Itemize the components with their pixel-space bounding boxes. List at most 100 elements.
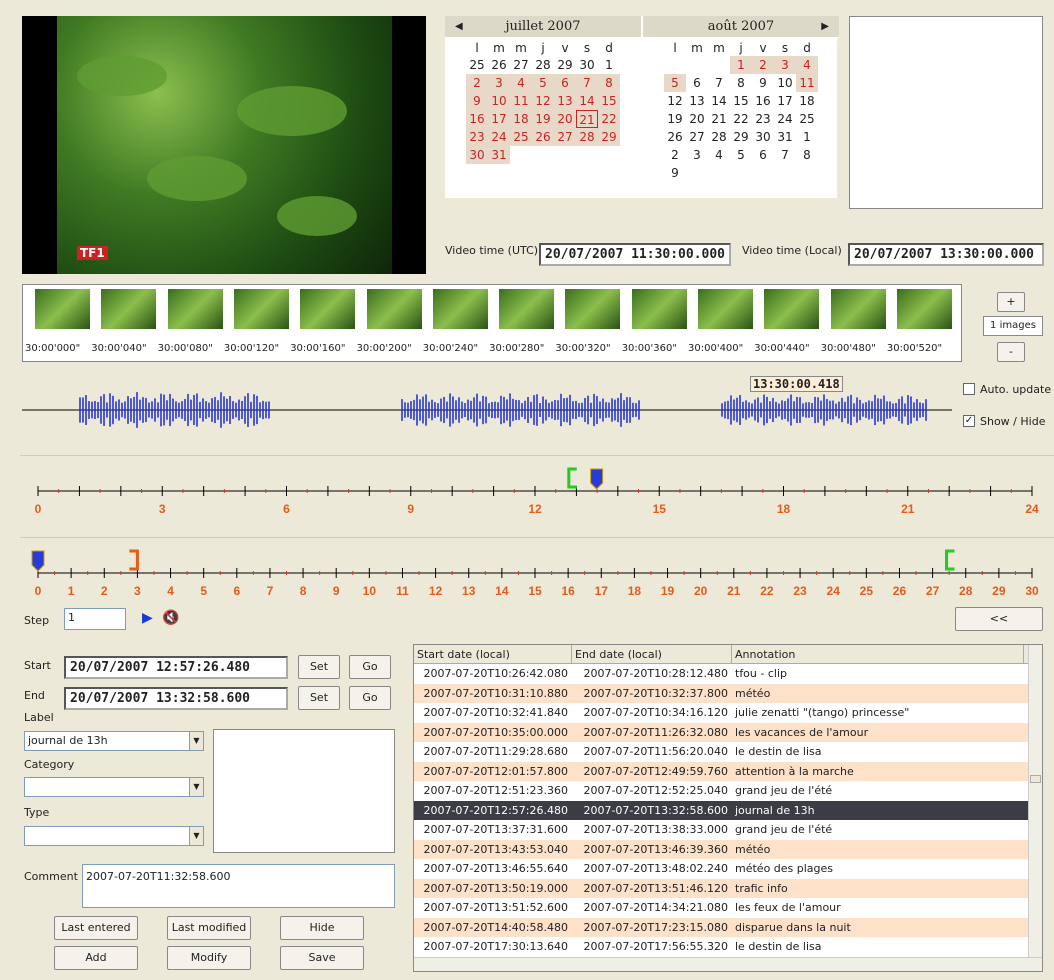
calendar-day[interactable]: 17 bbox=[774, 92, 796, 110]
thumbnail[interactable] bbox=[565, 289, 621, 329]
calendar-day[interactable]: 30 bbox=[466, 146, 488, 164]
table-row[interactable]: 2007-07-20T10:35:00.000 2007-07-20T11:26:… bbox=[414, 722, 1042, 742]
chevron-down-icon[interactable]: ▼ bbox=[189, 827, 203, 845]
label-select[interactable]: journal de 13h ▼ bbox=[24, 731, 204, 751]
next-month-icon[interactable]: ▶ bbox=[821, 16, 829, 38]
calendar-day[interactable]: 29 bbox=[554, 56, 576, 74]
column-header-start[interactable]: Start date (local) bbox=[414, 645, 572, 663]
calendar-day[interactable]: 16 bbox=[752, 92, 774, 110]
modify-button[interactable]: Modify bbox=[167, 946, 251, 970]
step-input[interactable]: 1 bbox=[64, 608, 126, 630]
end-set-button[interactable]: Set bbox=[298, 686, 340, 710]
table-row[interactable]: 2007-07-20T12:01:57.800 2007-07-20T12:49:… bbox=[414, 761, 1042, 781]
thumbnail[interactable] bbox=[233, 289, 289, 329]
video-player[interactable]: TF1 bbox=[22, 16, 426, 274]
calendar-day[interactable]: 23 bbox=[752, 110, 774, 128]
calendar-day[interactable]: 30 bbox=[752, 128, 774, 146]
calendar-day[interactable]: 21 bbox=[576, 110, 598, 128]
calendar-day[interactable]: 7 bbox=[708, 74, 730, 92]
calendar-day[interactable]: 8 bbox=[796, 146, 818, 164]
calendar-day[interactable]: 24 bbox=[488, 128, 510, 146]
save-button[interactable]: Save bbox=[280, 946, 364, 970]
calendar-day[interactable]: 2 bbox=[466, 74, 488, 92]
hour-timeline[interactable]: 0 3 6 9 12 15 18 21 24 bbox=[20, 455, 1054, 527]
calendar-day[interactable]: 18 bbox=[510, 110, 532, 128]
thumbnail[interactable] bbox=[35, 289, 90, 329]
chevron-down-icon[interactable]: ▼ bbox=[189, 778, 203, 796]
calendar-day[interactable]: 30 bbox=[576, 56, 598, 74]
calendar-day[interactable]: 2 bbox=[752, 56, 774, 74]
add-button[interactable]: Add bbox=[54, 946, 138, 970]
calendar-day[interactable]: 31 bbox=[488, 146, 510, 164]
horizontal-scrollbar[interactable] bbox=[414, 957, 1042, 971]
calendar-day[interactable]: 17 bbox=[488, 110, 510, 128]
calendar-day[interactable]: 24 bbox=[774, 110, 796, 128]
calendar-day[interactable]: 6 bbox=[554, 74, 576, 92]
calendar-day[interactable]: 9 bbox=[752, 74, 774, 92]
table-row[interactable]: 2007-07-20T17:30:13.640 2007-07-20T17:56:… bbox=[414, 937, 1042, 957]
start-set-button[interactable]: Set bbox=[298, 655, 340, 679]
calendar-day[interactable]: 5 bbox=[664, 74, 686, 92]
category-select[interactable]: ▼ bbox=[24, 777, 204, 797]
mute-icon[interactable]: 🔇 bbox=[162, 610, 179, 626]
calendar-day[interactable]: 3 bbox=[774, 56, 796, 74]
table-row[interactable]: 2007-07-20T13:50:19.000 2007-07-20T13:51:… bbox=[414, 878, 1042, 898]
last-modified-button[interactable]: Last modified bbox=[167, 916, 251, 940]
calendar-day[interactable]: 26 bbox=[664, 128, 686, 146]
calendar-day[interactable]: 13 bbox=[554, 92, 576, 110]
calendar-day[interactable]: 1 bbox=[796, 128, 818, 146]
calendar-day[interactable]: 14 bbox=[708, 92, 730, 110]
calendar-day[interactable]: 12 bbox=[532, 92, 554, 110]
calendar-day[interactable]: 19 bbox=[532, 110, 554, 128]
end-go-button[interactable]: Go bbox=[349, 686, 391, 710]
calendar-day[interactable]: 31 bbox=[774, 128, 796, 146]
calendar-day[interactable]: 2 bbox=[664, 146, 686, 164]
hide-button[interactable]: Hide bbox=[280, 916, 364, 940]
calendar-day[interactable]: 27 bbox=[510, 56, 532, 74]
comment-field[interactable]: 2007-07-20T11:32:58.600 bbox=[82, 864, 395, 908]
thumbnail[interactable] bbox=[432, 289, 488, 329]
thumbnail[interactable] bbox=[698, 289, 753, 329]
calendar-day[interactable]: 4 bbox=[796, 56, 818, 74]
calendar-day[interactable]: 11 bbox=[510, 92, 532, 110]
playhead-marker[interactable] bbox=[31, 550, 45, 572]
calendar-day[interactable]: 22 bbox=[598, 110, 620, 128]
calendar-day[interactable]: 27 bbox=[686, 128, 708, 146]
calendar-day[interactable]: 14 bbox=[576, 92, 598, 110]
calendar-day[interactable]: 19 bbox=[664, 110, 686, 128]
calendar-day[interactable]: 25 bbox=[796, 110, 818, 128]
table-row[interactable]: 2007-07-20T10:26:42.080 2007-07-20T10:28:… bbox=[414, 664, 1042, 684]
calendar-day[interactable]: 12 bbox=[664, 92, 686, 110]
calendar-day[interactable]: 1 bbox=[730, 56, 752, 74]
calendar-day[interactable]: 26 bbox=[532, 128, 554, 146]
table-row[interactable]: 2007-07-20T10:32:41.840 2007-07-20T10:34:… bbox=[414, 703, 1042, 723]
chevron-down-icon[interactable]: ▼ bbox=[189, 732, 203, 750]
end-field[interactable]: 20/07/2007 13:32:58.600 bbox=[64, 687, 288, 710]
calendar-day[interactable]: 25 bbox=[510, 128, 532, 146]
thumbnail[interactable] bbox=[764, 289, 820, 329]
thumbnail[interactable] bbox=[300, 289, 356, 329]
vertical-scrollbar[interactable] bbox=[1028, 645, 1042, 971]
calendar-day[interactable]: 3 bbox=[488, 74, 510, 92]
annotations-table[interactable]: Start date (local) End date (local) Anno… bbox=[413, 644, 1043, 972]
calendar-day[interactable]: 16 bbox=[466, 110, 488, 128]
calendar-day[interactable]: 15 bbox=[598, 92, 620, 110]
calendar-day[interactable]: 10 bbox=[774, 74, 796, 92]
label-list[interactable] bbox=[213, 729, 395, 853]
thumbnail[interactable] bbox=[101, 289, 157, 329]
zoom-in-button[interactable]: + bbox=[997, 292, 1025, 312]
type-select[interactable]: ▼ bbox=[24, 826, 204, 846]
range-start-marker[interactable] bbox=[945, 549, 955, 571]
zoom-out-button[interactable]: - bbox=[997, 342, 1025, 362]
calendar-day[interactable]: 15 bbox=[730, 92, 752, 110]
calendar-day[interactable]: 18 bbox=[796, 92, 818, 110]
table-row[interactable]: 2007-07-20T13:51:52.600 2007-07-20T14:34:… bbox=[414, 898, 1042, 918]
auto-update-checkbox[interactable] bbox=[963, 383, 975, 395]
calendar-day[interactable]: 4 bbox=[708, 146, 730, 164]
thumbnail[interactable] bbox=[167, 289, 223, 329]
calendar-day[interactable]: 5 bbox=[532, 74, 554, 92]
scrollbar-thumb[interactable] bbox=[1030, 775, 1041, 783]
table-row[interactable]: 2007-07-20T12:51:23.360 2007-07-20T12:52:… bbox=[414, 781, 1042, 801]
calendar-day[interactable]: 10 bbox=[488, 92, 510, 110]
calendar-day[interactable]: 8 bbox=[598, 74, 620, 92]
